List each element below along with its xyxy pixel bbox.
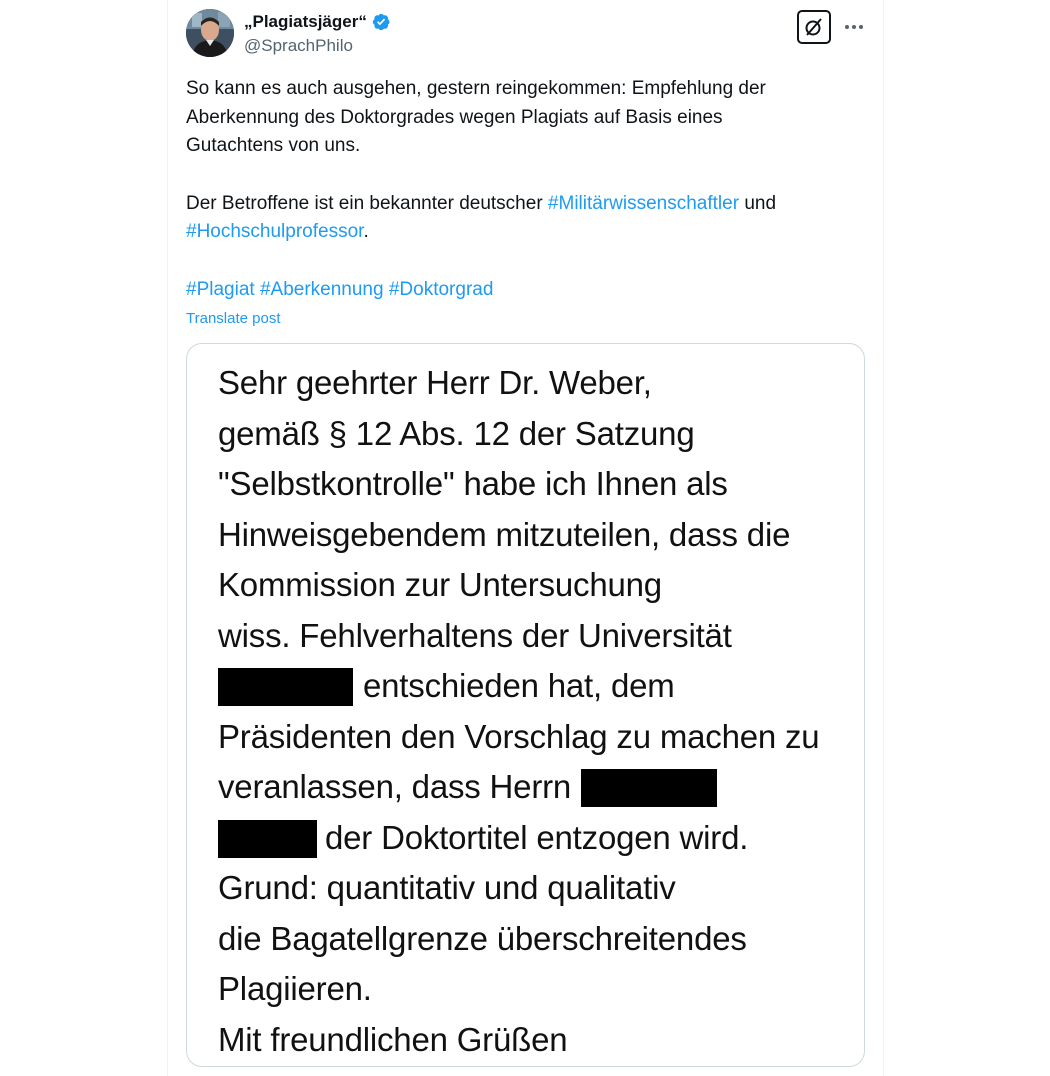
letter-segment: der Doktortitel entzogen wird. <box>325 818 749 856</box>
post-text: So kann es auch ausgehen, gestern reinge… <box>186 75 846 304</box>
letter-line: Plagiieren. <box>218 970 372 1007</box>
grok-button[interactable] <box>797 10 831 44</box>
letter-line: gemäß § 12 Abs. 12 der Satzung <box>218 414 695 452</box>
post-text-segment: Der Betroffene ist ein bekannter deutsch… <box>186 192 548 214</box>
post-image[interactable]: Sehr geehrter Herr Dr. Weber, gemäß § 12… <box>186 343 865 1067</box>
verified-badge-icon[interactable] <box>371 12 391 32</box>
hashtag-hochschulprofessor[interactable]: #Hochschulprofessor <box>186 221 363 242</box>
redaction-bar <box>218 668 353 706</box>
letter-line: Grund: quantitativ und qualitativ <box>218 869 676 906</box>
post-text-line: Aberkennung des Doktorgrades wegen Plagi… <box>186 106 723 128</box>
more-options-button[interactable] <box>840 13 868 41</box>
post-text-line: Gutachtens von uns. <box>186 135 361 156</box>
post-text-line: So kann es auch ausgehen, gestern reinge… <box>186 78 766 99</box>
hashtag-plagiat[interactable]: #Plagiat <box>186 279 255 300</box>
letter-line: Präsidenten den Vorschlag zu machen zu <box>218 717 820 755</box>
post-text-line: Der Betroffene ist ein bekannter deutsch… <box>186 190 846 219</box>
letter-line: veranlassen, dass Herrn <box>218 762 819 813</box>
letter-line: wiss. Fehlverhaltens der Universität <box>218 616 732 654</box>
letter-line: Hinweisgebendem mitzuteilen, dass die <box>218 515 791 553</box>
hashtag-doktorgrad[interactable]: #Doktorgrad <box>389 279 494 300</box>
redaction-bar <box>581 769 718 807</box>
hashtag-militaerwissenschaftler[interactable]: #Militärwissenschaftler <box>548 193 739 214</box>
letter-text: Sehr geehrter Herr Dr. Weber, gemäß § 12… <box>218 358 820 1065</box>
post-text-segment: . <box>363 221 369 242</box>
letter-line: Mit freundlichen Grüßen <box>218 1020 568 1058</box>
letter-segment: entschieden hat, dem <box>363 667 675 704</box>
hashtag-aberkennung[interactable]: #Aberkennung <box>260 279 384 300</box>
post-text-line: #Hochschulprofessor. <box>186 218 846 247</box>
letter-line: die Bagatellgrenze überschreitendes <box>218 919 747 957</box>
author-names: „Plagiatsjäger“ @SprachPhilo <box>244 11 391 56</box>
post-text-segment: und <box>739 192 777 214</box>
letter-line: entschieden hat, dem <box>218 661 819 712</box>
author-handle[interactable]: @SprachPhilo <box>244 36 391 56</box>
redaction-bar <box>218 819 317 858</box>
grok-icon <box>805 18 822 36</box>
post-header: „Plagiatsjäger“ @SprachPhilo <box>186 7 866 59</box>
letter-line: der Doktortitel entzogen wird. <box>218 813 819 864</box>
letter-line: "Selbstkontrolle" habe ich Ihnen als <box>218 465 728 502</box>
post-hashtags: #Plagiat #Aberkennung #Doktorgrad <box>186 276 846 305</box>
letter-line: Sehr geehrter Herr Dr. Weber, <box>218 364 652 401</box>
letter-segment: veranlassen, dass Herrn <box>218 768 572 805</box>
avatar-photo <box>186 9 234 57</box>
more-icon <box>845 25 863 29</box>
translate-post-link[interactable]: Translate post <box>186 310 281 327</box>
author-avatar[interactable] <box>186 9 234 57</box>
letter-line: Kommission zur Untersuchung <box>218 566 662 603</box>
author-display-name[interactable]: „Plagiatsjäger“ <box>244 12 367 32</box>
